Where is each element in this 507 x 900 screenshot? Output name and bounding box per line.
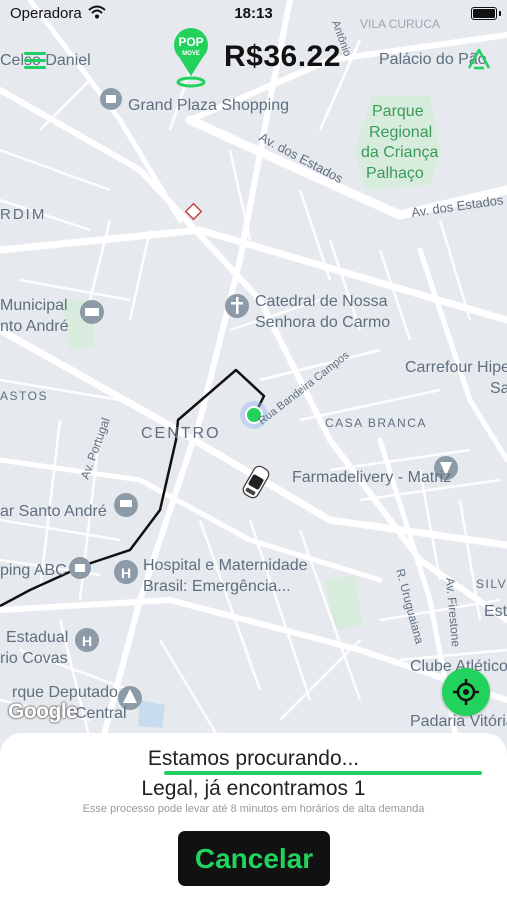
map-label: rque Deputado (12, 684, 118, 701)
map-label: CENTRO (141, 425, 221, 442)
cancel-button[interactable]: Cancelar (178, 831, 330, 886)
map-label: Padaria Vitória (410, 713, 507, 730)
cart-icon (114, 493, 138, 517)
map-label: RDIM (0, 206, 46, 223)
menu-button[interactable] (24, 52, 46, 70)
wait-note: Esse processo pode levar até 8 minutos e… (82, 803, 425, 815)
svg-text:H: H (82, 633, 92, 649)
svg-text:POP: POP (178, 35, 203, 49)
status-bar: Operadora 18:13 (0, 0, 507, 28)
cathedral-icon (225, 294, 249, 318)
map-label: Carrefour Hipe (405, 359, 507, 376)
map-label: CASA BRANCA (325, 416, 427, 430)
map-label: Farmadelivery - Matriz (292, 469, 451, 486)
hospital-icon: H (114, 560, 138, 584)
svg-text:MOVE: MOVE (182, 51, 200, 57)
map-label: Parque (372, 103, 424, 120)
map-label: Est (484, 603, 507, 620)
home-icon (467, 48, 491, 69)
map-label: Brasil: Emergência... (143, 578, 291, 595)
map-label: Senhora do Carmo (255, 314, 390, 331)
search-progress-bar (164, 771, 482, 775)
my-location-button[interactable] (442, 668, 490, 716)
map-label: Catedral de Nossa (255, 293, 388, 310)
map-label: Estadual (6, 629, 68, 646)
map-label: SILVE (476, 577, 507, 591)
menu-icon (24, 52, 46, 55)
map-label: Hospital e Maternidade (143, 557, 308, 574)
map-label: ASTOS (0, 389, 48, 403)
map-label: Municipal (0, 297, 68, 314)
map-label: Grand Plaza Shopping (128, 97, 289, 114)
map-label: Sa (490, 380, 507, 397)
battery-icon (471, 7, 497, 20)
home-button[interactable] (466, 46, 492, 72)
shopping-abc-icon (69, 557, 91, 579)
pop-move-logo: POP MOVE (174, 28, 208, 88)
fare-amount: R$36.22 (224, 40, 341, 73)
svg-text:H: H (121, 565, 131, 581)
map-label: ping ABC (0, 562, 67, 579)
map-label: ar Santo André (0, 503, 107, 520)
clock: 18:13 (234, 5, 273, 22)
map-label: Palhaço (366, 165, 424, 182)
map-label: da Criança (361, 144, 438, 161)
google-attribution: Google (8, 700, 78, 723)
map-label: Central (75, 705, 127, 722)
hospital-icon-2: H (75, 628, 99, 652)
map-label: nto André (0, 318, 69, 335)
map-label: rio Covas (0, 650, 68, 667)
found-message: Legal, já encontramos 1 (141, 777, 366, 800)
map-label: Regional (369, 124, 432, 141)
searching-title: Estamos procurando... (147, 747, 360, 770)
crosshair-icon (453, 679, 479, 705)
shopping-icon (100, 88, 122, 110)
search-status-sheet: Estamos procurando... Legal, já encontra… (0, 733, 507, 900)
museum-icon (80, 300, 104, 324)
